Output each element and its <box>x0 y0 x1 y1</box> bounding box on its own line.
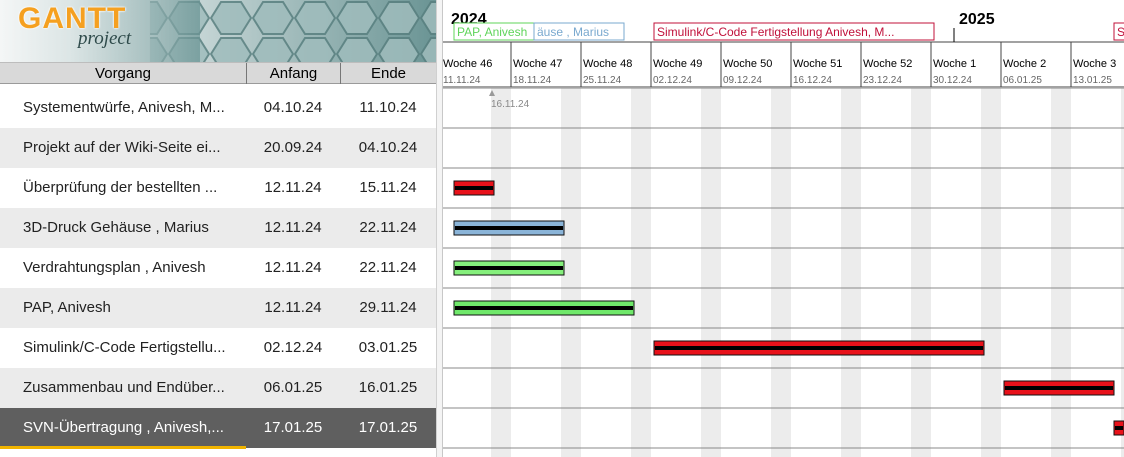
weekend-band <box>701 88 721 457</box>
task-end-date: 29.11.24 <box>359 299 417 316</box>
task-name: Zusammenbau und Endüber... <box>23 379 225 396</box>
column-header-start[interactable]: Anfang <box>246 63 340 84</box>
task-progress-bar <box>455 266 563 270</box>
task-progress-bar <box>1005 386 1113 390</box>
year-label: 2025 <box>959 11 995 28</box>
task-end-date: 22.11.24 <box>359 259 417 276</box>
week-date-label: 13.01.25 <box>1073 75 1112 86</box>
week-label: Woche 3 <box>1073 58 1116 70</box>
task-name: Simulink/C-Code Fertigstellu... <box>23 339 226 356</box>
task-row[interactable]: Verdrahtungsplan , Anivesh 12.11.24 22.11.… <box>0 248 436 288</box>
task-row[interactable]: Systementwürfe, Anivesh, M... 04.10.24 11.… <box>0 88 436 128</box>
task-progress-bar <box>455 226 563 230</box>
week-label: Woche 1 <box>933 58 976 70</box>
task-table-header: Vorgang Anfang Ende <box>0 62 436 84</box>
week-label: Woche 51 <box>793 58 842 70</box>
column-header-end[interactable]: Ende <box>340 63 436 84</box>
column-header-name[interactable]: Vorgang <box>0 63 246 84</box>
header-task-label: Simulink/C-Code Fertigstellung Anivesh, … <box>657 25 894 39</box>
task-name: PAP, Anivesh <box>23 299 111 316</box>
task-progress-bar <box>1115 426 1123 430</box>
task-name: Systementwürfe, Anivesh, M... <box>23 99 225 116</box>
task-end-date: 11.10.24 <box>359 99 417 116</box>
week-date-label: 11.11.24 <box>443 75 481 86</box>
logo-subtitle: project <box>78 28 132 49</box>
task-end-date: 16.01.25 <box>358 379 418 396</box>
header-task-label: PAP, Anivesh <box>457 25 527 39</box>
task-row[interactable]: Zusammenbau und Endüber... 06.01.25 16.01.… <box>0 368 436 408</box>
task-table-panel: GANTT project Vorgang Anfang Ende System… <box>0 0 436 457</box>
task-start-date: 20.09.24 <box>263 139 323 156</box>
week-date-label: 25.11.24 <box>583 75 622 86</box>
week-label: Woche 2 <box>1003 58 1046 70</box>
task-end-date: 22.11.24 <box>359 219 417 236</box>
weekend-band <box>631 88 651 457</box>
week-label: Woche 50 <box>723 58 772 70</box>
week-label: Woche 52 <box>863 58 912 70</box>
weekend-band <box>1051 88 1071 457</box>
task-end-date: 03.01.25 <box>358 339 418 356</box>
week-date-label: 18.11.24 <box>513 75 552 86</box>
task-end-date: 04.10.24 <box>358 139 418 156</box>
week-label: Woche 49 <box>653 58 702 70</box>
weekend-band <box>911 88 931 457</box>
header-task-label: äuse , Marius <box>537 25 609 39</box>
week-label: Woche 46 <box>443 58 492 70</box>
weekend-band <box>841 88 861 457</box>
selection-underline <box>0 446 246 449</box>
task-row[interactable]: 3D-Druck Gehäuse , Marius 12.11.24 22.11.2… <box>0 208 436 248</box>
week-date-label: 23.12.24 <box>863 75 902 86</box>
gantt-chart[interactable]: 2024 2025 PAP, Anivesh äuse , Marius Simulin… <box>442 0 1124 457</box>
week-date-label: 02.12.24 <box>653 75 692 86</box>
task-row[interactable]: SVN-Übertragung , Anivesh,... 17.01.25 17.… <box>0 408 436 448</box>
task-start-date: 06.01.25 <box>263 379 323 396</box>
task-name: Überprüfung der bestellten ... <box>23 179 218 196</box>
week-label: Woche 47 <box>513 58 562 70</box>
task-row[interactable]: Projekt auf der Wiki-Seite ei... 20.09.24… <box>0 128 436 168</box>
task-progress-bar <box>455 306 633 310</box>
task-start-date: 02.12.24 <box>263 339 323 356</box>
task-row[interactable]: PAP, Anivesh 12.11.24 29.11.24 <box>0 288 436 328</box>
task-start-date: 12.11.24 <box>264 219 322 236</box>
week-date-label: 09.12.24 <box>723 75 762 86</box>
task-end-date: 15.11.24 <box>359 179 417 196</box>
task-end-date: 17.01.25 <box>358 419 418 436</box>
week-label: Woche 48 <box>583 58 632 70</box>
weekend-band <box>771 88 791 457</box>
task-row[interactable]: Überprüfung der bestellten ... 12.11.24 15… <box>0 168 436 208</box>
week-date-label: 30.12.24 <box>933 75 972 86</box>
task-row[interactable]: Simulink/C-Code Fertigstellu... 02.12.24 0… <box>0 328 436 368</box>
task-progress-bar <box>455 186 493 190</box>
task-start-date: 17.01.25 <box>263 419 323 436</box>
task-start-date: 12.11.24 <box>264 299 322 316</box>
week-date-label: 16.12.24 <box>793 75 832 86</box>
task-name: SVN-Übertragung , Anivesh,... <box>23 419 224 436</box>
task-start-date: 12.11.24 <box>264 179 322 196</box>
task-name: Projekt auf der Wiki-Seite ei... <box>23 139 221 156</box>
task-start-date: 04.10.24 <box>263 99 323 116</box>
task-progress-bar <box>655 346 983 350</box>
task-list: Systementwürfe, Anivesh, M... 04.10.24 11.… <box>0 88 436 448</box>
today-marker-label: 16.11.24 <box>491 99 530 110</box>
ganttproject-logo: GANTT project <box>0 0 436 62</box>
gantt-chart-canvas[interactable]: 2024 2025PAP, Anivesh äuse , Marius Simulin… <box>443 0 1124 457</box>
task-start-date: 12.11.24 <box>264 259 322 276</box>
task-name: 3D-Druck Gehäuse , Marius <box>23 219 209 236</box>
week-date-label: 06.01.25 <box>1003 75 1042 86</box>
header-task-label: SV <box>1117 25 1124 39</box>
task-name: Verdrahtungsplan , Anivesh <box>23 259 206 276</box>
weekend-band <box>981 88 1001 457</box>
